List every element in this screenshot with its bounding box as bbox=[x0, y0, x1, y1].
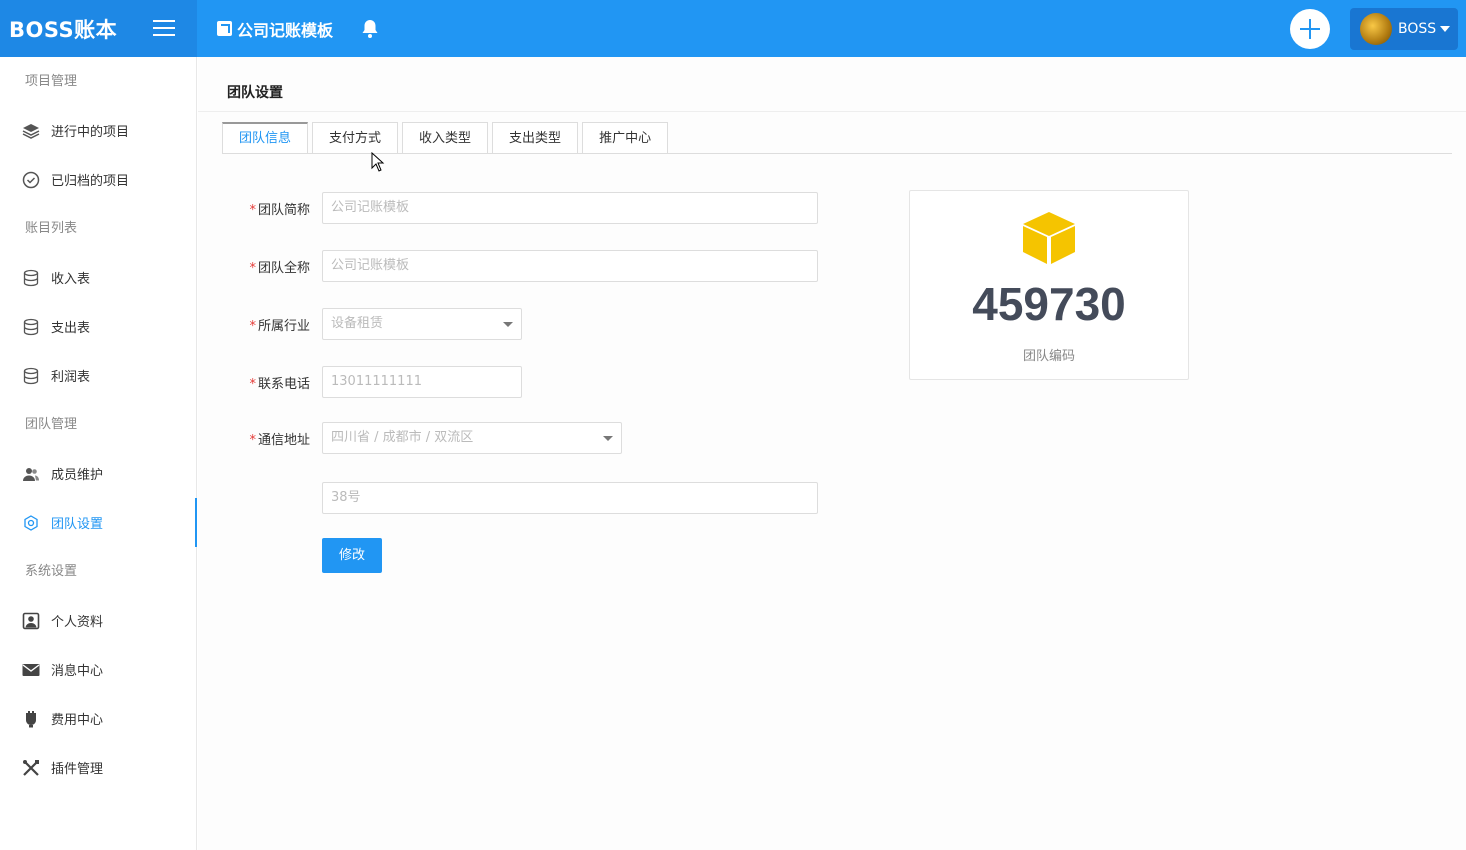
header-actions: BOSS bbox=[1290, 7, 1466, 50]
chevron-down-icon bbox=[603, 436, 613, 441]
chevron-down-icon bbox=[503, 322, 513, 327]
sidebar-item-label: 成员维护 bbox=[51, 468, 104, 483]
user-name: BOSS bbox=[1398, 20, 1437, 37]
sidebar-item-label: 个人资料 bbox=[51, 615, 104, 630]
address-detail-input[interactable]: 38号 bbox=[322, 482, 818, 514]
form-label: * 所属行业 bbox=[248, 315, 322, 334]
label-text: 团队简称 bbox=[257, 202, 310, 218]
form-label: * 团队简称 bbox=[248, 199, 322, 218]
layers-icon bbox=[22, 122, 40, 140]
form-label: * 联系电话 bbox=[248, 373, 322, 392]
sidebar-item-messages[interactable]: 消息中心 bbox=[0, 645, 196, 694]
cube-icon bbox=[1021, 210, 1077, 270]
sidebar-item-income[interactable]: 收入表 bbox=[0, 253, 196, 302]
sidebar-group-label: 项目管理 bbox=[25, 74, 78, 89]
sidebar-item-billing[interactable]: 费用中心 bbox=[0, 694, 196, 743]
form-row-phone: * 联系电话 13011111111 bbox=[248, 366, 522, 398]
sidebar-group-label: 系统设置 bbox=[25, 564, 78, 579]
tab-promotion-center[interactable]: 推广中心 bbox=[582, 122, 669, 154]
tab-income-types[interactable]: 收入类型 bbox=[402, 122, 489, 154]
label-text: 通信地址 bbox=[257, 432, 310, 448]
sidebar-item-label: 费用中心 bbox=[51, 713, 104, 728]
label-text: 团队全称 bbox=[257, 260, 310, 276]
team-code: 459730 bbox=[972, 278, 1126, 330]
user-card-icon bbox=[22, 612, 40, 630]
users-icon bbox=[22, 465, 40, 483]
sidebar-group-label: 账目列表 bbox=[25, 221, 78, 236]
sidebar-item-label: 团队设置 bbox=[51, 517, 104, 532]
hamburger-menu-icon[interactable] bbox=[153, 20, 175, 37]
divider bbox=[198, 111, 1466, 112]
sidebar-item-label: 进行中的项目 bbox=[51, 125, 130, 140]
sidebar-item-label: 已归档的项目 bbox=[51, 174, 130, 189]
add-button[interactable] bbox=[1290, 8, 1330, 49]
label-text: 所属行业 bbox=[257, 318, 310, 334]
team-code-label: 团队编码 bbox=[1022, 349, 1075, 364]
tab-team-info[interactable]: 团队信息 bbox=[222, 122, 309, 154]
sidebar-item-profit[interactable]: 利润表 bbox=[0, 351, 196, 400]
form-label: * 团队全称 bbox=[248, 257, 322, 276]
logo-area: BOSS账本 bbox=[0, 0, 197, 57]
envelope-icon bbox=[22, 661, 40, 679]
region-cascader[interactable]: 四川省 / 成都市 / 双流区 bbox=[322, 422, 622, 454]
industry-select[interactable]: 设备租赁 bbox=[322, 308, 522, 340]
region-value: 四川省 / 成都市 / 双流区 bbox=[331, 430, 474, 445]
main-content: 团队设置 团队信息 支付方式 收入类型 支出类型 推广中心 * 团队简称 公司记账… bbox=[198, 57, 1466, 850]
required-mark: * bbox=[249, 432, 256, 448]
sidebar-group-label: 团队管理 bbox=[25, 417, 78, 432]
avatar bbox=[1360, 12, 1392, 45]
caret-down-icon bbox=[1440, 25, 1451, 32]
tab-bar: 团队信息 支付方式 收入类型 支出类型 推广中心 bbox=[222, 122, 672, 154]
form-row-address-detail: 38号 bbox=[248, 482, 818, 514]
team-code-card: 459730 团队编码 bbox=[909, 190, 1189, 380]
sidebar: 项目管理 进行中的项目 已归档的项目 账目列表 收入表 支出表 利润表 团队管理… bbox=[0, 57, 197, 850]
user-menu-button[interactable]: BOSS bbox=[1350, 7, 1458, 50]
team-full-name-input[interactable]: 公司记账模板 bbox=[322, 250, 818, 282]
tab-payment-methods[interactable]: 支付方式 bbox=[312, 122, 399, 154]
page-title: 团队设置 bbox=[227, 85, 283, 101]
company-switcher[interactable]: 公司记账模板 bbox=[217, 17, 333, 41]
label-text: 联系电话 bbox=[257, 376, 310, 392]
sidebar-item-label: 插件管理 bbox=[51, 762, 104, 777]
sidebar-item-team-settings[interactable]: 团队设置 bbox=[0, 498, 197, 547]
tab-expense-types[interactable]: 支出类型 bbox=[492, 122, 579, 154]
required-mark: * bbox=[249, 202, 256, 218]
required-mark: * bbox=[249, 318, 256, 334]
mouse-cursor-icon bbox=[371, 152, 385, 172]
sidebar-item-profile[interactable]: 个人资料 bbox=[0, 596, 196, 645]
gear-icon bbox=[22, 514, 40, 532]
form-label: * 通信地址 bbox=[248, 429, 322, 448]
sidebar-item-label: 支出表 bbox=[51, 321, 91, 336]
check-circle-icon bbox=[22, 171, 40, 189]
form-row-industry: * 所属行业 设备租赁 bbox=[248, 308, 522, 340]
bell-icon[interactable] bbox=[361, 19, 379, 39]
sidebar-item-expense[interactable]: 支出表 bbox=[0, 302, 196, 351]
sidebar-item-members[interactable]: 成员维护 bbox=[0, 449, 196, 498]
external-link-icon bbox=[217, 21, 232, 36]
sidebar-item-archived-projects[interactable]: 已归档的项目 bbox=[0, 155, 196, 204]
form-row-short-name: * 团队简称 公司记账模板 bbox=[248, 192, 818, 224]
phone-input[interactable]: 13011111111 bbox=[322, 366, 522, 398]
sidebar-item-plugins[interactable]: 插件管理 bbox=[0, 743, 196, 792]
database-icon bbox=[22, 269, 40, 287]
required-mark: * bbox=[249, 260, 256, 276]
industry-value: 设备租赁 bbox=[331, 316, 384, 331]
database-icon bbox=[22, 318, 40, 336]
company-name: 公司记账模板 bbox=[237, 20, 334, 40]
form-row-address: * 通信地址 四川省 / 成都市 / 双流区 bbox=[248, 422, 622, 454]
tools-icon bbox=[22, 759, 40, 777]
sidebar-item-label: 利润表 bbox=[51, 370, 91, 385]
team-short-name-input[interactable]: 公司记账模板 bbox=[322, 192, 818, 224]
app-logo: BOSS账本 bbox=[9, 17, 118, 42]
form-row-full-name: * 团队全称 公司记账模板 bbox=[248, 250, 818, 282]
top-header: BOSS账本 公司记账模板 BOSS bbox=[0, 0, 1466, 57]
sidebar-item-label: 消息中心 bbox=[51, 664, 104, 679]
sidebar-item-ongoing-projects[interactable]: 进行中的项目 bbox=[0, 106, 196, 155]
hand-coin-icon bbox=[22, 710, 40, 728]
database-icon bbox=[22, 367, 40, 385]
divider bbox=[222, 153, 1452, 154]
sidebar-item-label: 收入表 bbox=[51, 272, 91, 287]
edit-button[interactable]: 修改 bbox=[322, 538, 382, 573]
required-mark: * bbox=[249, 376, 256, 392]
